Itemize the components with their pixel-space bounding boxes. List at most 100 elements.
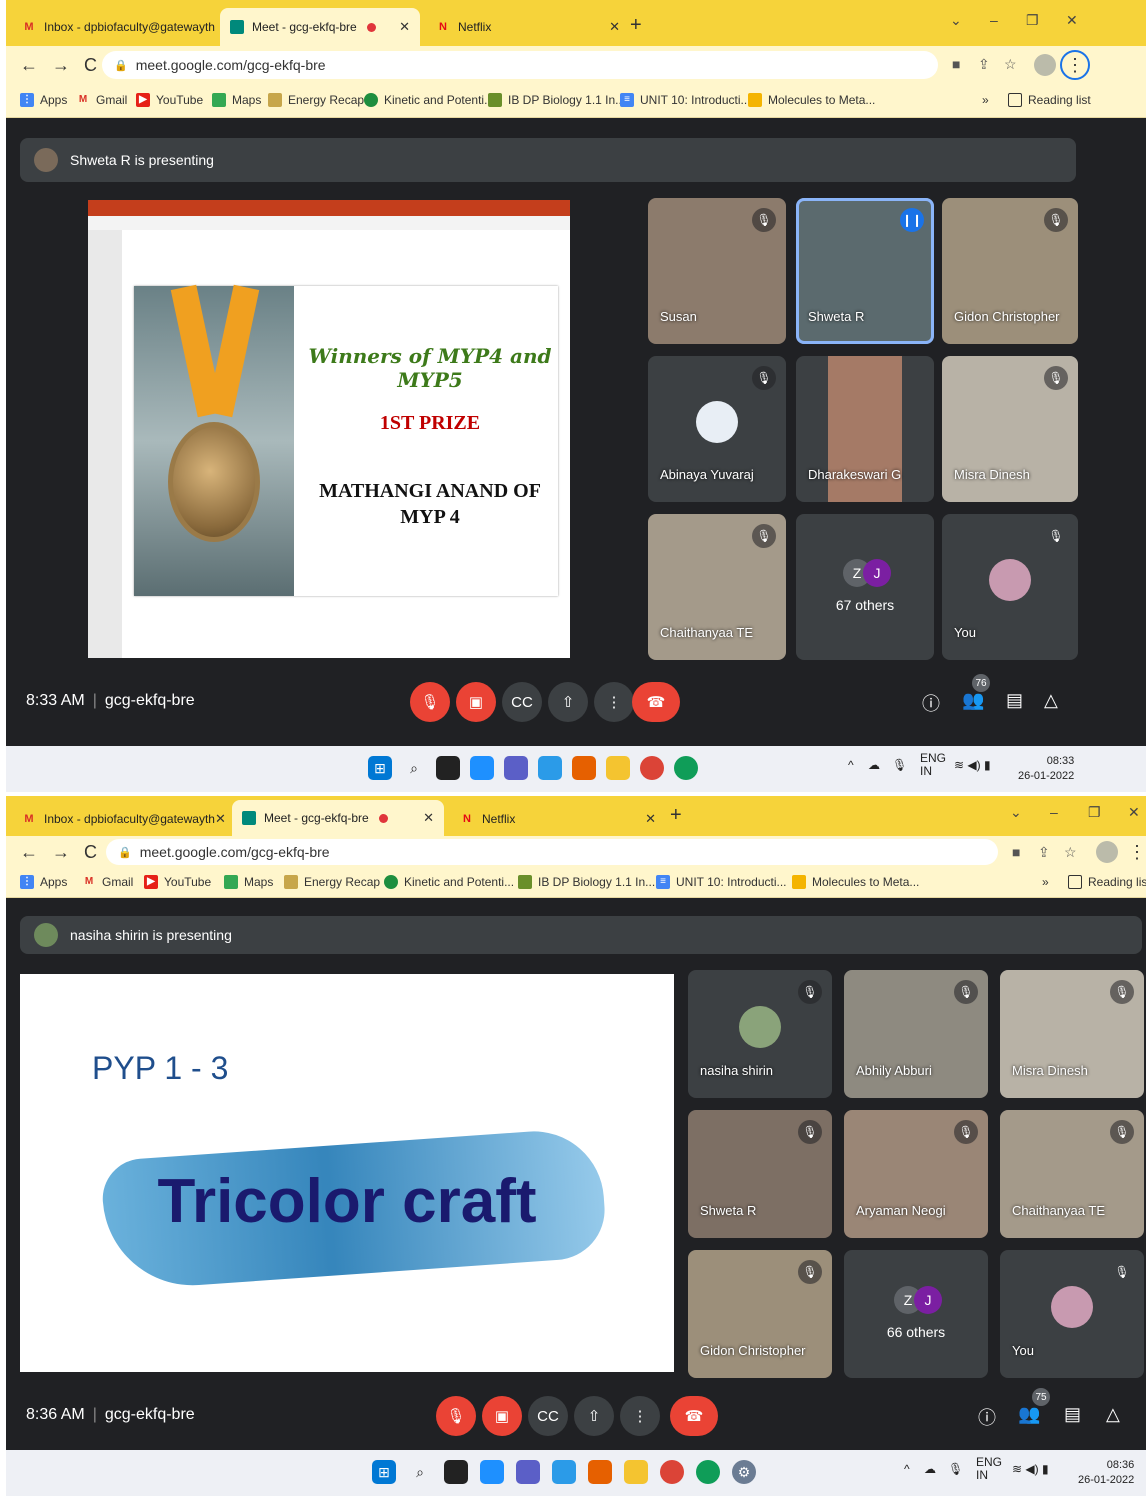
- tab-meet[interactable]: Meet - gcg-ekfq-bre ✕: [232, 800, 444, 836]
- onedrive-icon[interactable]: ☁: [868, 758, 880, 772]
- bookmark-youtube[interactable]: ▶ YouTube: [136, 93, 203, 107]
- participant-tile[interactable]: 🎙 Gidon Christopher: [688, 1250, 832, 1378]
- profile-avatar[interactable]: [1034, 54, 1056, 76]
- bookmark-unit10[interactable]: ≡ UNIT 10: Introducti...: [620, 93, 751, 107]
- back-icon[interactable]: ←: [20, 55, 38, 76]
- bookmark-energy-recap[interactable]: Energy Recap: [284, 875, 380, 889]
- participant-tile[interactable]: 🎙 Misra Dinesh: [942, 356, 1078, 502]
- edge-icon[interactable]: [538, 756, 562, 780]
- leave-call-button[interactable]: ☎: [632, 682, 680, 722]
- system-clock[interactable]: 08:33 26-01-2022: [1018, 754, 1074, 784]
- participant-tile[interactable]: 🎙 Chaithanyaa TE: [1000, 1110, 1144, 1238]
- tab-gmail[interactable]: M Inbox - dpbiofaculty@gatewayth ✕: [12, 800, 228, 838]
- close-icon[interactable]: ✕: [215, 19, 216, 35]
- chat-icon[interactable]: ▤: [1006, 690, 1023, 711]
- file-explorer-icon[interactable]: [624, 1460, 648, 1484]
- chrome-icon[interactable]: [640, 756, 664, 780]
- captions-button[interactable]: CC: [502, 682, 542, 722]
- self-tile[interactable]: 🎙 You: [942, 514, 1078, 660]
- reload-icon[interactable]: C: [84, 842, 97, 863]
- address-bar[interactable]: 🔒 meet.google.com/gcg-ekfq-bre: [102, 51, 938, 79]
- search-icon[interactable]: ⌕: [408, 1460, 432, 1484]
- network-volume-battery-icon[interactable]: ≋ ◀) ▮: [954, 758, 991, 772]
- people-icon[interactable]: 👥: [1018, 1404, 1040, 1425]
- camera-toggle-button[interactable]: ▣: [482, 1396, 522, 1436]
- tab-search-icon[interactable]: ⌄: [950, 12, 962, 29]
- settings-icon[interactable]: ⚙: [732, 1460, 756, 1484]
- tab-netflix[interactable]: N Netflix ✕: [450, 800, 666, 838]
- profile-avatar[interactable]: [1096, 841, 1118, 863]
- people-icon[interactable]: 👥: [962, 690, 984, 711]
- start-icon[interactable]: ⊞: [372, 1460, 396, 1484]
- teams-icon[interactable]: [504, 756, 528, 780]
- network-volume-battery-icon[interactable]: ≋ ◀) ▮: [1012, 1462, 1049, 1476]
- bookmark-ib-dp[interactable]: IB DP Biology 1.1 In...: [488, 93, 625, 107]
- bookmark-gmail[interactable]: M Gmail: [76, 93, 128, 107]
- language-indicator[interactable]: ENG IN: [920, 752, 946, 778]
- bookmark-star-icon[interactable]: ☆: [1064, 844, 1077, 861]
- bookmark-ib-dp[interactable]: IB DP Biology 1.1 In...: [518, 875, 655, 889]
- bookmarks-more[interactable]: »: [982, 93, 989, 107]
- camera-toggle-button[interactable]: ▣: [456, 682, 496, 722]
- menu-icon[interactable]: ⋮: [1060, 50, 1090, 80]
- bookmark-maps[interactable]: Maps: [212, 93, 261, 107]
- reload-icon[interactable]: C: [84, 55, 97, 76]
- participant-tile[interactable]: 🎙 Shweta R: [688, 1110, 832, 1238]
- bookmark-star-icon[interactable]: ☆: [1004, 56, 1017, 73]
- system-clock[interactable]: 08:36 26-01-2022: [1078, 1458, 1134, 1488]
- firefox-icon[interactable]: [588, 1460, 612, 1484]
- participant-tile[interactable]: 🎙 Chaithanyaa TE: [648, 514, 786, 660]
- info-icon[interactable]: ⓘ: [922, 690, 940, 716]
- tray-chevron-icon[interactable]: ^: [904, 1462, 910, 1476]
- bookmark-youtube[interactable]: ▶ YouTube: [144, 875, 211, 889]
- mic-toggle-button[interactable]: 🎙: [436, 1396, 476, 1436]
- captions-button[interactable]: CC: [528, 1396, 568, 1436]
- new-tab-button[interactable]: +: [630, 14, 642, 37]
- close-icon[interactable]: ✕: [399, 19, 410, 35]
- close-icon[interactable]: ✕: [423, 810, 434, 826]
- file-explorer-icon[interactable]: [606, 756, 630, 780]
- forward-icon[interactable]: →: [52, 55, 70, 76]
- language-indicator[interactable]: ENG IN: [976, 1456, 1002, 1482]
- participant-tile[interactable]: ❙❙ Shweta R: [796, 198, 934, 344]
- onedrive-icon[interactable]: ☁: [924, 1462, 936, 1476]
- present-button[interactable]: ⇧: [574, 1396, 614, 1436]
- tab-gmail[interactable]: M Inbox - dpbiofaculty@gatewayth ✕: [12, 8, 216, 46]
- others-tile[interactable]: Z J 66 others: [844, 1250, 988, 1378]
- bookmark-gmail[interactable]: M Gmail: [82, 875, 134, 889]
- participant-tile[interactable]: 🎙 Abinaya Yuvaraj: [648, 356, 786, 502]
- close-icon[interactable]: ✕: [645, 811, 656, 827]
- self-tile[interactable]: 🎙 You: [1000, 1250, 1144, 1378]
- close-window-icon[interactable]: ✕: [1066, 12, 1078, 29]
- close-icon[interactable]: ✕: [609, 19, 620, 35]
- chrome-icon[interactable]: [696, 1460, 720, 1484]
- maximize-icon[interactable]: ❐: [1026, 12, 1039, 29]
- bookmark-energy-recap[interactable]: Energy Recap: [268, 93, 364, 107]
- present-button[interactable]: ⇧: [548, 682, 588, 722]
- participant-tile[interactable]: Dharakeswari G: [796, 356, 934, 502]
- menu-icon[interactable]: ⋮: [1122, 837, 1146, 867]
- close-window-icon[interactable]: ✕: [1128, 804, 1140, 821]
- camera-icon[interactable]: ■: [952, 56, 960, 72]
- more-options-button[interactable]: ⋮: [594, 682, 634, 722]
- bookmark-molecules[interactable]: Molecules to Meta...: [748, 93, 875, 107]
- reading-list[interactable]: Reading list: [1008, 93, 1091, 107]
- participant-tile[interactable]: 🎙 Susan: [648, 198, 786, 344]
- share-icon[interactable]: ⇪: [1038, 844, 1050, 861]
- firefox-icon[interactable]: [572, 756, 596, 780]
- camera-icon[interactable]: ■: [1012, 844, 1020, 860]
- tray-chevron-icon[interactable]: ^: [848, 758, 854, 772]
- close-icon[interactable]: ✕: [215, 811, 226, 827]
- forward-icon[interactable]: →: [52, 842, 70, 863]
- reading-list[interactable]: Reading list: [1068, 875, 1146, 889]
- participant-tile[interactable]: 🎙 Gidon Christopher: [942, 198, 1078, 344]
- address-bar[interactable]: 🔒 meet.google.com/gcg-ekfq-bre: [106, 839, 998, 865]
- tab-search-icon[interactable]: ⌄: [1010, 804, 1022, 821]
- minimize-icon[interactable]: –: [990, 12, 998, 28]
- participant-tile[interactable]: 🎙 nasiha shirin: [688, 970, 832, 1098]
- new-tab-button[interactable]: +: [670, 804, 682, 827]
- chat-icon[interactable]: ▤: [1064, 1404, 1081, 1425]
- bookmark-maps[interactable]: Maps: [224, 875, 273, 889]
- start-icon[interactable]: ⊞: [368, 756, 392, 780]
- task-view-icon[interactable]: [444, 1460, 468, 1484]
